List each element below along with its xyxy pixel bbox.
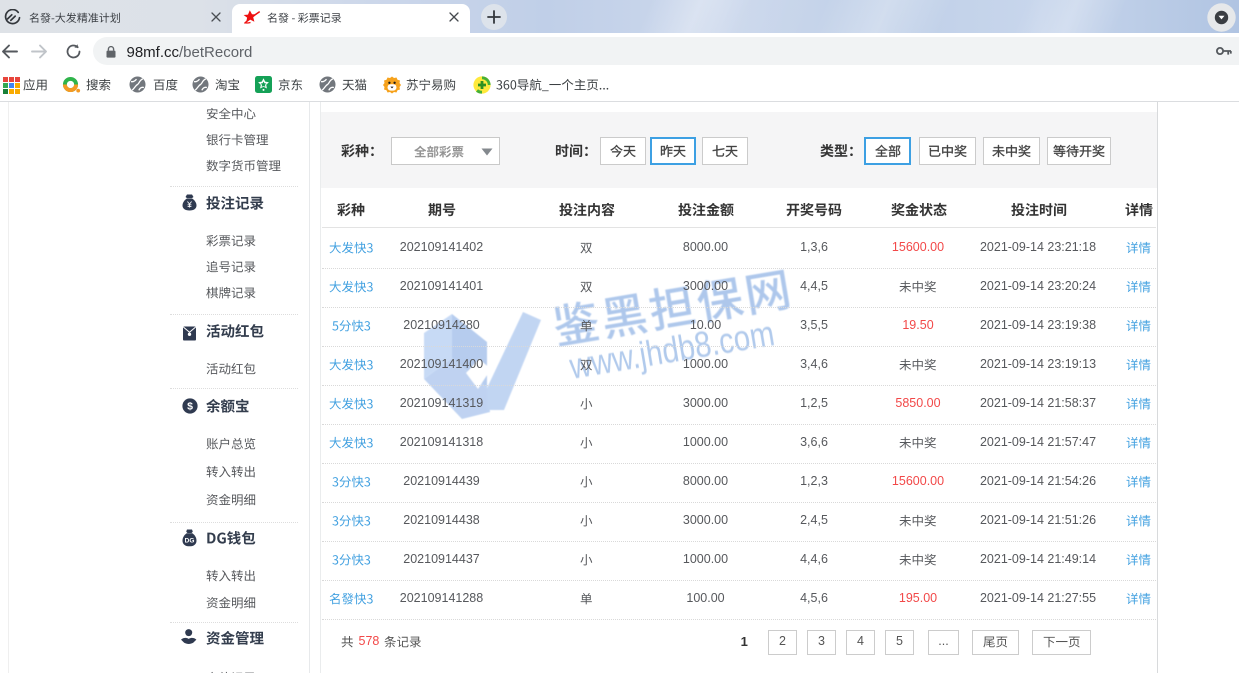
svg-text:DG: DG bbox=[185, 537, 195, 544]
svg-text:$: $ bbox=[187, 401, 193, 413]
